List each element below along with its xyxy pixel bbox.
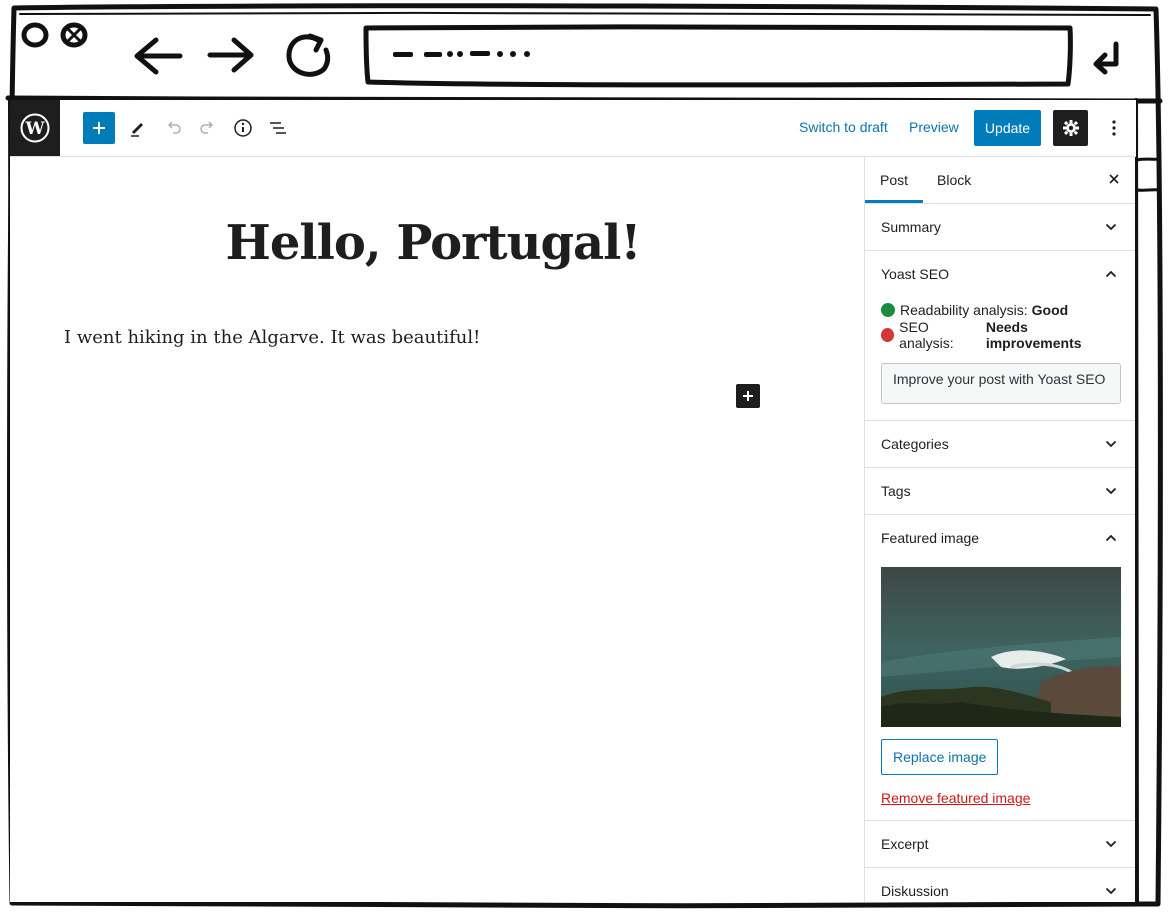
wordpress-icon: W (20, 113, 50, 143)
panel-title: Tags (881, 483, 911, 499)
sidebar-tabs: Post Block (865, 157, 1135, 204)
update-button[interactable]: Update (974, 110, 1041, 146)
switch-to-draft-button[interactable]: Switch to draft (799, 119, 888, 135)
chevron-down-icon (1105, 440, 1117, 448)
info-icon (234, 119, 252, 137)
remove-featured-image-link[interactable]: Remove featured image (881, 790, 1030, 806)
plus-icon (743, 391, 753, 401)
chevron-up-icon (1105, 270, 1117, 278)
close-sidebar-button[interactable] (1107, 172, 1121, 189)
panel-excerpt: Excerpt (865, 821, 1135, 868)
panel-title: Summary (881, 219, 941, 235)
readability-label: Readability analysis: (900, 301, 1028, 318)
svg-text:W: W (24, 119, 45, 139)
preview-button[interactable]: Preview (909, 119, 959, 135)
panel-featured-image: Featured image Replace image Remove feat… (865, 515, 1135, 821)
panel-title: Diskussion (881, 883, 949, 899)
tab-post[interactable]: Post (865, 157, 923, 203)
chevron-up-icon (1105, 534, 1117, 542)
pencil-icon (131, 123, 143, 137)
gear-icon (1062, 120, 1079, 136)
panel-excerpt-toggle[interactable]: Excerpt (865, 821, 1135, 867)
chevron-down-icon (1105, 840, 1117, 848)
panel-categories: Categories (865, 421, 1135, 468)
redo-icon (200, 121, 214, 134)
list-view-button[interactable] (262, 112, 294, 144)
redo-button[interactable] (192, 112, 224, 144)
smiley-bad-icon (881, 327, 895, 342)
smiley-good-icon (881, 302, 895, 317)
panel-categories-toggle[interactable]: Categories (865, 421, 1135, 467)
more-vertical-icon (1112, 120, 1116, 136)
featured-image[interactable] (881, 567, 1121, 727)
add-block-button[interactable] (83, 112, 115, 144)
panel-title: Yoast SEO (881, 266, 949, 282)
chevron-down-icon (1105, 223, 1117, 231)
readability-value: Good (1031, 301, 1069, 318)
panel-yoast-seo: Yoast SEO Readability analysis: Good SEO… (865, 251, 1135, 421)
seo-value: Needs improvements (985, 318, 1082, 351)
inline-add-block-button[interactable] (736, 384, 760, 408)
improve-with-yoast-button[interactable]: Improve your post with Yoast SEO (881, 363, 1121, 404)
panel-title: Featured image (881, 530, 980, 546)
panel-title: Categories (881, 436, 949, 452)
undo-icon (167, 121, 181, 134)
panel-discussion-toggle[interactable]: Diskussion (865, 868, 1135, 902)
details-button[interactable] (227, 112, 259, 144)
list-view-icon (270, 122, 286, 134)
seo-label: SEO analysis: (899, 318, 954, 351)
editor-canvas[interactable]: Hello, Portugal! I went hiking in the Al… (10, 157, 863, 902)
chevron-down-icon (1105, 887, 1117, 895)
panel-title: Excerpt (881, 836, 929, 852)
panel-discussion: Diskussion (865, 868, 1135, 902)
plus-icon (93, 122, 105, 134)
close-circle-icon (21, 22, 49, 48)
seo-analysis[interactable]: SEO analysis: Needs improvements (881, 319, 1119, 351)
close-icon (1109, 174, 1119, 184)
editor-toolbar: W Switch to draft Preview Update (10, 100, 1136, 157)
panel-featured-toggle[interactable]: Featured image (865, 515, 1135, 561)
wordpress-logo[interactable]: W (10, 100, 60, 156)
tab-block[interactable]: Block (922, 157, 986, 203)
panel-tags: Tags (865, 468, 1135, 515)
panel-summary-toggle[interactable]: Summary (865, 204, 1135, 250)
undo-button[interactable] (157, 112, 189, 144)
post-paragraph[interactable]: I went hiking in the Algarve. It was bea… (64, 327, 480, 348)
replace-image-button[interactable]: Replace image (881, 739, 999, 775)
chevron-down-icon (1105, 487, 1117, 495)
panel-tags-toggle[interactable]: Tags (865, 468, 1135, 514)
settings-sidebar: Post Block Summary Yoast SEO Readability… (864, 157, 1135, 902)
panel-yoast-toggle[interactable]: Yoast SEO (865, 251, 1135, 297)
panel-summary: Summary (865, 204, 1135, 251)
post-title[interactable]: Hello, Portugal! (10, 215, 856, 271)
options-button[interactable] (1098, 112, 1130, 144)
settings-button[interactable] (1053, 110, 1088, 146)
tools-button[interactable] (122, 112, 154, 144)
